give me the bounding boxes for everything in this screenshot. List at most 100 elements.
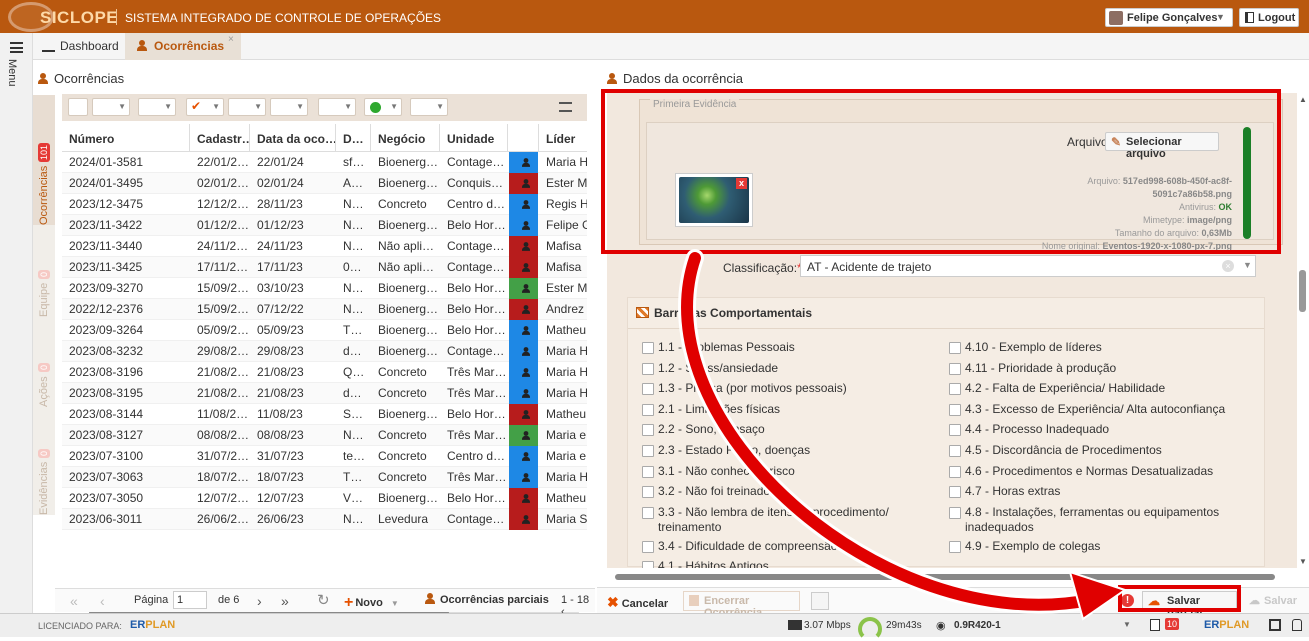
chevron-down-icon[interactable]: ▼ bbox=[391, 599, 399, 608]
fullscreen-icon[interactable] bbox=[1269, 619, 1281, 631]
table-row[interactable]: 2023/11-3425 17/11/2… 17/11/23 0… Não apli… C… bbox=[62, 257, 587, 278]
prev-page-icon[interactable]: ‹ bbox=[100, 593, 105, 609]
first-page-icon[interactable]: « bbox=[70, 593, 78, 609]
vtab-evidencias[interactable]: Evidências 0 bbox=[33, 411, 55, 515]
barrier-checkbox[interactable]: 4.2 - Falta de Experiência/ Habilidade bbox=[949, 381, 1249, 396]
user-filter-button[interactable] bbox=[68, 98, 88, 116]
scroll-thumb[interactable] bbox=[615, 574, 1275, 580]
flag-filter-button[interactable]: ▼ bbox=[410, 98, 448, 116]
barrier-checkbox[interactable]: 1.3 - Pressa (por motivos pessoais) bbox=[642, 381, 942, 396]
table-row[interactable]: 2023/09-3270 15/09/2… 03/10/23 N… Bioenerg… B… bbox=[62, 278, 587, 299]
risk-indicator bbox=[509, 362, 538, 383]
notification-badge[interactable]: 10 bbox=[1165, 618, 1180, 630]
table-row[interactable]: 2023/08-3127 08/08/2… 08/08/23 N… Concreto Tr… bbox=[62, 425, 587, 446]
list-menu-icon[interactable] bbox=[556, 98, 576, 116]
scroll-up-icon[interactable]: ▲ bbox=[1299, 95, 1307, 104]
col-unidade[interactable]: Unidade bbox=[440, 124, 508, 152]
horizontal-scrollbar[interactable] bbox=[615, 572, 1287, 580]
table-row[interactable]: 2023/08-3195 21/08/2… 21/08/23 d… Concreto Tr… bbox=[62, 383, 587, 404]
copy-icon[interactable] bbox=[811, 592, 829, 610]
vtab-acoes[interactable]: Ações 0 bbox=[33, 321, 55, 407]
table-row[interactable]: 2023/11-3422 01/12/2… 01/12/23 N… Bioenerg… B… bbox=[62, 215, 587, 236]
table-row[interactable]: 2023/07-3063 18/07/2… 18/07/23 T… Concreto Tr… bbox=[62, 467, 587, 488]
barrier-checkbox[interactable]: 2.2 - Sono, cansaço bbox=[642, 422, 942, 437]
document-icon[interactable] bbox=[1150, 619, 1160, 631]
status-filter-button[interactable]: ▼ bbox=[364, 98, 402, 116]
tab-dashboard[interactable]: Dashboard bbox=[39, 33, 125, 60]
menu-label[interactable]: Menu bbox=[6, 59, 18, 87]
barrier-checkbox[interactable]: 4.10 - Exemplo de líderes bbox=[949, 340, 1249, 355]
vertical-scrollbar[interactable]: ▲ ▼ bbox=[1296, 95, 1309, 570]
col-data[interactable]: Data da oco… bbox=[250, 124, 336, 152]
barrier-checkbox[interactable]: 4.3 - Excesso de Experiência/ Alta autoc… bbox=[949, 402, 1249, 417]
barrier-checkbox[interactable]: 2.1 - Limitações físicas bbox=[642, 402, 942, 417]
barrier-checkbox[interactable]: 2.3 - Estado Físico, doenças bbox=[642, 443, 942, 458]
save-button[interactable]: ☁ Salvar bbox=[1249, 594, 1297, 607]
cell-numero: 2023/12-3475 bbox=[69, 197, 144, 211]
barrier-checkbox[interactable]: 1.2 - Stress/ansiedade bbox=[642, 361, 942, 376]
cancel-button[interactable]: ✖ Cancelar bbox=[607, 594, 668, 611]
user-menu-button[interactable]: Felipe Gonçalves ▼ bbox=[1105, 8, 1233, 27]
scroll-thumb[interactable] bbox=[1299, 270, 1306, 312]
table-row[interactable]: 2023/08-3232 29/08/2… 29/08/23 d… Bioenerg… C… bbox=[62, 341, 587, 362]
barrier-checkbox[interactable]: 4.6 - Procedimentos e Normas Desatualiza… bbox=[949, 464, 1249, 479]
close-icon[interactable]: × bbox=[228, 34, 234, 45]
chevron-down-icon[interactable]: ▼ bbox=[1243, 260, 1252, 270]
lock-icon[interactable] bbox=[1292, 619, 1302, 631]
barrier-checkbox[interactable]: 4.8 - Instalações, ferramentas ou equipa… bbox=[949, 505, 1249, 535]
barrier-checkbox[interactable]: 4.11 - Prioridade à produção bbox=[949, 361, 1249, 376]
table-row[interactable]: 2024/01-3581 22/01/2… 22/01/24 sf… Bioenerg…… bbox=[62, 152, 587, 173]
partial-occurrences-button[interactable]: Ocorrências parciais bbox=[425, 593, 549, 606]
close-occurrence-button[interactable]: Encerrar Ocorrência bbox=[683, 591, 800, 619]
table-row[interactable]: 2023/06-3011 26/06/2… 26/06/23 N… Levedura Co… bbox=[62, 509, 587, 530]
table-row[interactable]: 2023/07-3100 31/07/2… 31/07/23 te… Concreto C… bbox=[62, 446, 587, 467]
barrier-checkbox[interactable]: 3.1 - Não conhece o risco bbox=[642, 464, 942, 479]
section-title: Barreiras Comportamentais bbox=[636, 306, 812, 320]
col-numero[interactable]: Número bbox=[62, 124, 190, 152]
scroll-down-icon[interactable]: ▼ bbox=[1299, 557, 1307, 566]
table-row[interactable]: 2023/08-3196 21/08/2… 21/08/23 Q… Concreto Tr… bbox=[62, 362, 587, 383]
vtab-ocorrencias[interactable]: Ocorrências 101 bbox=[33, 95, 55, 225]
classification-select[interactable]: AT - Acidente de trajeto × ▼ bbox=[800, 255, 1256, 277]
stairs-filter-button[interactable]: ▼ bbox=[270, 98, 308, 116]
next-page-icon[interactable]: › bbox=[257, 593, 262, 609]
table-row[interactable]: 2022/12-2376 15/09/2… 07/12/22 N… Bioenerg… B… bbox=[62, 299, 587, 320]
barrier-checkbox[interactable]: 4.7 - Horas extras bbox=[949, 484, 1249, 499]
table-row[interactable]: 2023/12-3475 12/12/2… 28/11/23 N… Concreto Ce… bbox=[62, 194, 587, 215]
injury-filter-button[interactable]: ▼ bbox=[318, 98, 356, 116]
table-row[interactable]: 2024/01-3495 02/01/2… 02/01/24 A… Bioenerg… C… bbox=[62, 173, 587, 194]
col-risk[interactable] bbox=[508, 124, 539, 152]
like-filter-button[interactable]: ▼ bbox=[228, 98, 266, 116]
logout-button[interactable]: Logout bbox=[1239, 8, 1299, 27]
hamburger-icon[interactable] bbox=[10, 42, 23, 53]
barrier-checkbox[interactable]: 4.5 - Discordância de Procedimentos bbox=[949, 443, 1249, 458]
col-lider[interactable]: Líder bbox=[539, 124, 587, 152]
col-d[interactable]: D… bbox=[336, 124, 371, 152]
panel-title-text: Dados da ocorrência bbox=[623, 71, 743, 86]
chevron-down-icon[interactable]: ▼ bbox=[1123, 620, 1131, 629]
check-filter-button[interactable]: ✔ ▼ bbox=[186, 98, 224, 116]
clear-icon[interactable]: × bbox=[1222, 260, 1234, 272]
col-cadastro[interactable]: Cadastr… bbox=[190, 124, 250, 152]
table-row[interactable]: 2023/07-3050 12/07/2… 12/07/23 V… Bioenerg… B… bbox=[62, 488, 587, 509]
group-filter-button[interactable]: ▼ bbox=[92, 98, 130, 116]
new-button[interactable]: + Novo ▼ bbox=[344, 593, 399, 611]
col-negocio[interactable]: Negócio bbox=[371, 124, 440, 152]
vtab-equipe[interactable]: Equipe 0 bbox=[33, 229, 55, 317]
page-input[interactable]: 1 bbox=[173, 591, 207, 609]
barrier-checkbox[interactable]: 1.1 - Problemas Pessoais bbox=[642, 340, 942, 355]
barrier-checkbox[interactable]: 3.4 - Dificuldade de compreensão bbox=[642, 539, 942, 554]
table-row[interactable]: 2023/11-3440 24/11/2… 24/11/23 N… Não apli… C… bbox=[62, 236, 587, 257]
barrier-checkbox[interactable]: 3.3 - Não lembra de itens do procediment… bbox=[642, 505, 942, 535]
tab-ocorrencias[interactable]: Ocorrências × bbox=[125, 33, 241, 60]
last-page-icon[interactable]: » bbox=[281, 593, 289, 609]
barrier-checkbox[interactable]: 4.1 - Hábitos Antigos bbox=[642, 559, 942, 568]
cell-d: N… bbox=[343, 197, 364, 211]
barrier-checkbox[interactable]: 4.9 - Exemplo de colegas bbox=[949, 539, 1249, 554]
barrier-checkbox[interactable]: 3.2 - Não foi treinado bbox=[642, 484, 942, 499]
table-row[interactable]: 2023/08-3144 11/08/2… 11/08/23 S… Bioenerg… B… bbox=[62, 404, 587, 425]
refresh-icon[interactable]: ↻ bbox=[317, 591, 330, 609]
alarm-filter-button[interactable]: ▼ bbox=[138, 98, 176, 116]
table-row[interactable]: 2023/09-3264 05/09/2… 05/09/23 T… Bioenerg… B… bbox=[62, 320, 587, 341]
barrier-checkbox[interactable]: 4.4 - Processo Inadequado bbox=[949, 422, 1249, 437]
